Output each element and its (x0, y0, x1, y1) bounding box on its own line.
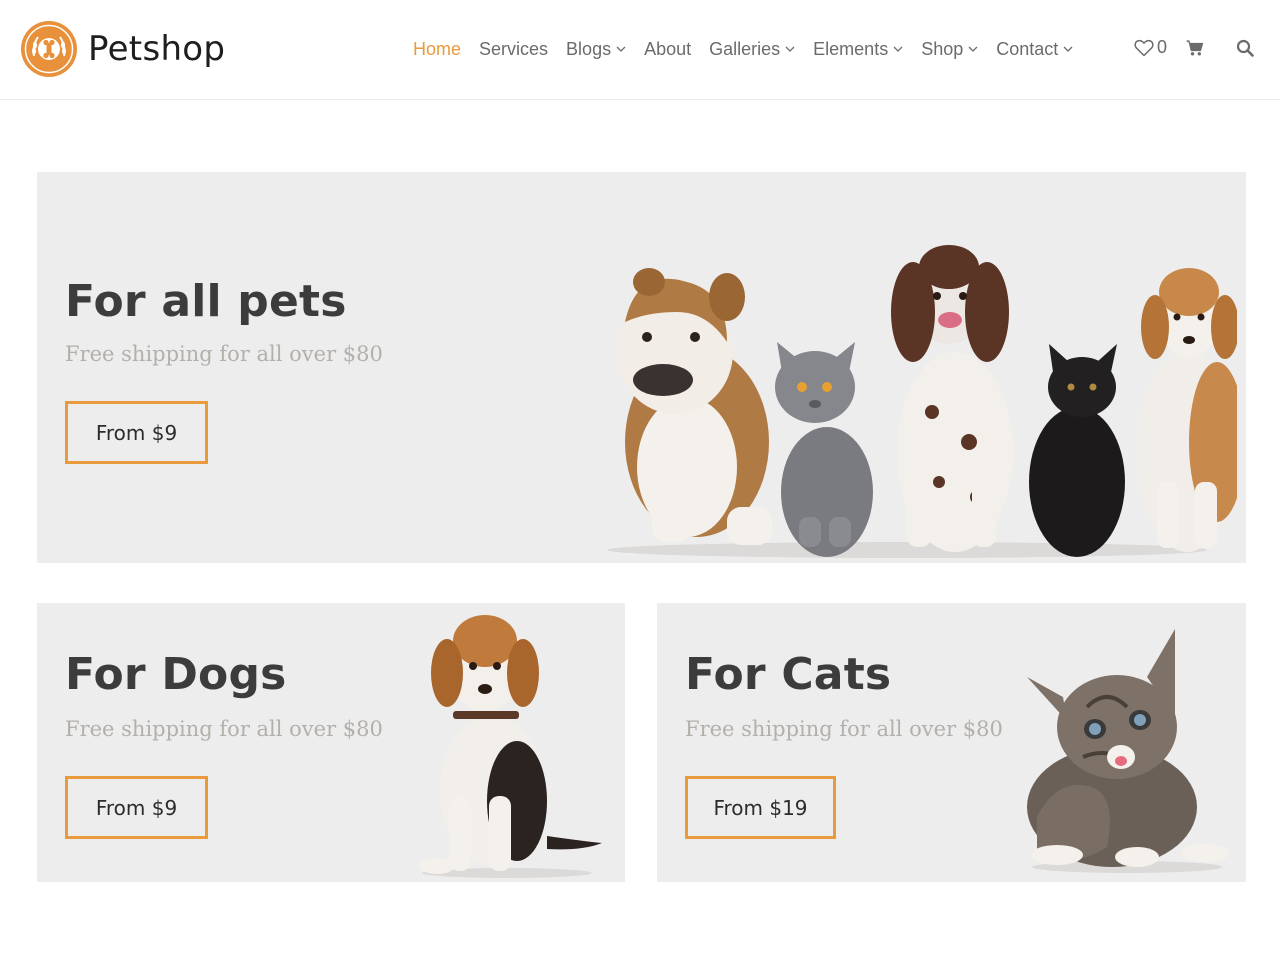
banner-title: For Cats (685, 649, 892, 700)
beagle-figure (1137, 268, 1237, 552)
nav-item-shop[interactable]: Shop (921, 37, 978, 61)
chevron-down-icon (616, 46, 626, 52)
logo-badge-icon (21, 21, 77, 77)
banner-title: For all pets (65, 276, 347, 327)
black-cat-figure (1029, 344, 1125, 557)
nav-item-label: Elements (813, 38, 889, 59)
shop-dogs-button[interactable]: From $9 (65, 776, 208, 839)
search-icon (1236, 39, 1254, 57)
banner-cats: For Cats Free shipping for all over $80 … (657, 603, 1246, 882)
nav-item-elements[interactable]: Elements (813, 37, 903, 61)
cart-button[interactable] (1186, 39, 1204, 61)
nav-item-label: Galleries (709, 38, 781, 59)
chevron-down-icon (785, 46, 795, 52)
chevron-down-icon (968, 46, 978, 52)
nav-item-services[interactable]: Services (479, 37, 548, 61)
nav-item-home[interactable]: Home (413, 37, 461, 61)
nav-item-label: Home (413, 38, 462, 59)
nav-item-label: Blogs (566, 38, 612, 59)
nav-item-label: Services (479, 38, 549, 59)
wishlist-button[interactable]: 0 (1134, 37, 1167, 58)
banner-dogs: For Dogs Free shipping for all over $80 … (37, 603, 625, 882)
nav-item-contact[interactable]: Contact (996, 37, 1073, 61)
spaniel-figure (891, 245, 1013, 552)
nav-item-about[interactable]: About (644, 37, 691, 61)
nav-item-label: About (644, 38, 692, 59)
banner-all-pets: For all pets Free shipping for all over … (37, 172, 1246, 563)
cart-icon (1186, 40, 1204, 56)
chevron-down-icon (1063, 46, 1073, 52)
nav-item-blogs[interactable]: Blogs (566, 37, 626, 61)
banner-subtitle: Free shipping for all over $80 (65, 717, 383, 741)
site-logo[interactable]: Petshop (20, 20, 225, 78)
shop-all-pets-button[interactable]: From $9 (65, 401, 208, 464)
main-nav: Home Services Blogs About Galleries Elem… (413, 37, 1091, 61)
heart-icon (1134, 39, 1154, 56)
bulldog-figure (617, 268, 772, 545)
brand-name: Petshop (88, 29, 226, 69)
nav-item-label: Shop (921, 38, 964, 59)
chevron-down-icon (893, 46, 903, 52)
kitten-image (1027, 629, 1229, 873)
banner-subtitle: Free shipping for all over $80 (685, 717, 1003, 741)
site-header: Petshop Home Services Blogs About Galler… (0, 0, 1280, 100)
nav-item-label: Contact (996, 38, 1059, 59)
pets-group-image (607, 245, 1237, 558)
banner-subtitle: Free shipping for all over $80 (65, 342, 383, 366)
nav-item-galleries[interactable]: Galleries (709, 37, 795, 61)
search-button[interactable] (1236, 39, 1254, 61)
grey-cat-figure (775, 342, 873, 557)
banner-title: For Dogs (65, 649, 287, 700)
shop-cats-button[interactable]: From $19 (685, 776, 836, 839)
beagle-image (419, 615, 602, 878)
wishlist-count: 0 (1157, 37, 1168, 57)
